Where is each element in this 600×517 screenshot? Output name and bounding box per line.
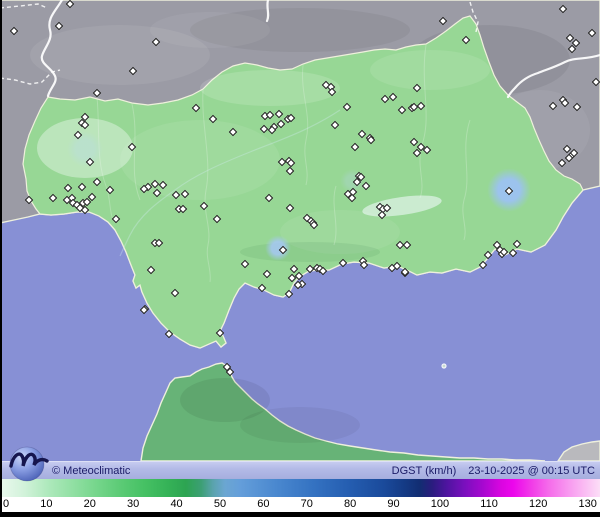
station-marker[interactable]	[164, 329, 174, 339]
station-marker[interactable]	[278, 245, 288, 255]
meteoclimatic-logo[interactable]	[3, 441, 55, 485]
scale-tick-label: 130	[578, 498, 597, 510]
station-marker[interactable]	[347, 193, 357, 203]
station-marker[interactable]	[257, 283, 267, 293]
station-marker[interactable]	[327, 87, 337, 97]
scale-tick-label: 110	[480, 498, 498, 510]
scale-gradient	[0, 479, 600, 497]
station-marker[interactable]	[85, 157, 95, 167]
station-marker[interactable]	[504, 186, 514, 196]
station-marker[interactable]	[215, 328, 225, 338]
station-marker[interactable]	[262, 269, 272, 279]
map-datetime: 23-10-2025 @ 00:15 UTC	[468, 464, 595, 477]
station-marker[interactable]	[77, 182, 87, 192]
station-marker[interactable]	[422, 145, 432, 155]
station-marker[interactable]	[416, 101, 426, 111]
station-marker[interactable]	[48, 193, 58, 203]
station-marker[interactable]	[587, 28, 597, 38]
station-marker[interactable]	[397, 105, 407, 115]
station-marker[interactable]	[24, 195, 34, 205]
station-marker[interactable]	[412, 83, 422, 93]
station-marker[interactable]	[171, 190, 181, 200]
station-marker[interactable]	[342, 102, 352, 112]
station-marker[interactable]	[359, 260, 369, 270]
station-marker[interactable]	[558, 4, 568, 14]
station-marker[interactable]	[572, 102, 582, 112]
station-marker[interactable]	[170, 288, 180, 298]
station-marker[interactable]	[146, 265, 156, 275]
station-marker[interactable]	[158, 180, 168, 190]
station-marker[interactable]	[560, 98, 570, 108]
scale-tick-label: 30	[127, 498, 140, 510]
scale-tick-label: 80	[344, 498, 357, 510]
station-marker[interactable]	[105, 185, 115, 195]
station-marker[interactable]	[286, 158, 296, 168]
station-marker[interactable]	[80, 205, 90, 215]
station-marker[interactable]	[111, 214, 121, 224]
stations-layer	[0, 0, 600, 461]
station-marker[interactable]	[557, 158, 567, 168]
scale-tick-label: 50	[213, 498, 227, 510]
station-marker[interactable]	[80, 120, 90, 130]
station-marker[interactable]	[127, 142, 137, 152]
station-marker[interactable]	[285, 166, 295, 176]
station-marker[interactable]	[208, 114, 218, 124]
station-marker[interactable]	[180, 189, 190, 199]
scale-tick-label: 60	[257, 498, 270, 510]
scale-ticks: 0 10 20 30 40 50 60 70 80 90 100 110 120 130	[0, 497, 600, 512]
station-marker[interactable]	[73, 130, 83, 140]
scale-tick-label: 10	[40, 498, 53, 510]
scale-tick-label: 70	[300, 498, 313, 510]
station-marker[interactable]	[54, 21, 64, 31]
station-marker[interactable]	[225, 367, 235, 377]
map-title: DGST (km/h)	[391, 464, 457, 477]
station-marker[interactable]	[388, 92, 398, 102]
scale-tick-label: 40	[170, 498, 183, 510]
scale-tick-label: 0	[3, 498, 10, 510]
station-marker[interactable]	[284, 289, 294, 299]
station-marker[interactable]	[461, 35, 471, 45]
left-border	[0, 0, 2, 517]
station-marker[interactable]	[285, 203, 295, 213]
station-marker[interactable]	[240, 259, 250, 269]
scale-tick-label: 120	[528, 498, 548, 510]
station-marker[interactable]	[264, 193, 274, 203]
station-marker[interactable]	[338, 258, 348, 268]
scale-tick-label: 90	[387, 498, 400, 510]
station-marker[interactable]	[228, 127, 238, 137]
station-marker[interactable]	[548, 101, 558, 111]
color-scale	[0, 479, 600, 497]
station-marker[interactable]	[65, 0, 75, 9]
station-marker[interactable]	[274, 109, 284, 119]
station-marker[interactable]	[191, 103, 201, 113]
station-marker[interactable]	[151, 37, 161, 47]
station-marker[interactable]	[152, 188, 162, 198]
station-marker[interactable]	[350, 142, 360, 152]
station-marker[interactable]	[478, 260, 488, 270]
station-marker[interactable]	[508, 248, 518, 258]
station-marker[interactable]	[512, 239, 522, 249]
station-marker[interactable]	[9, 26, 19, 36]
station-marker[interactable]	[377, 210, 387, 220]
station-marker[interactable]	[318, 266, 328, 276]
station-marker[interactable]	[438, 16, 448, 26]
meteoclimatic-wind-gust-map-screen: © Meteoclimatic DGST (km/h) 23-10-2025 @…	[0, 0, 600, 517]
station-marker[interactable]	[92, 88, 102, 98]
attribution-bar: © Meteoclimatic DGST (km/h) 23-10-2025 @…	[0, 461, 600, 479]
scale-tick-label: 100	[430, 498, 450, 510]
weather-map	[0, 0, 600, 461]
station-marker[interactable]	[92, 177, 102, 187]
logo-sphere	[9, 446, 45, 482]
station-marker[interactable]	[591, 77, 600, 87]
station-marker[interactable]	[199, 201, 209, 211]
station-marker[interactable]	[212, 214, 222, 224]
bottom-border	[0, 512, 600, 517]
scale-tick-label: 20	[83, 498, 96, 510]
station-marker[interactable]	[330, 120, 340, 130]
station-marker[interactable]	[402, 240, 412, 250]
station-marker[interactable]	[483, 250, 493, 260]
station-marker[interactable]	[361, 181, 371, 191]
station-marker[interactable]	[128, 66, 138, 76]
station-marker[interactable]	[63, 183, 73, 193]
